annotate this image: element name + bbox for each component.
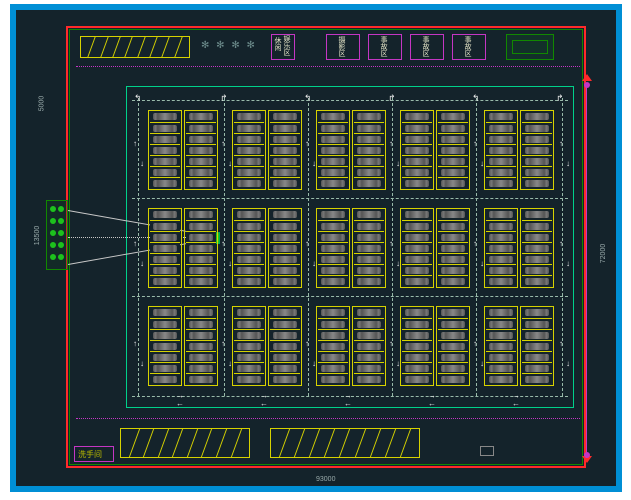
parking-bay bbox=[316, 306, 350, 386]
parking-bay bbox=[352, 306, 386, 386]
parking-bay bbox=[184, 110, 218, 190]
module-dot bbox=[58, 206, 64, 212]
parking-bay bbox=[436, 208, 470, 288]
module-dot bbox=[50, 254, 56, 260]
parking-bay bbox=[484, 208, 518, 288]
lane-divider bbox=[132, 198, 568, 199]
top-room-a-label2: 娱乐区 bbox=[283, 35, 290, 56]
parking-bay bbox=[352, 110, 386, 190]
parking-bay bbox=[268, 110, 302, 190]
top-dash-line bbox=[76, 66, 580, 67]
lane-divider bbox=[562, 98, 563, 396]
parking-bay bbox=[184, 306, 218, 386]
edge-dot bbox=[584, 82, 590, 88]
parking-bay bbox=[268, 208, 302, 288]
cad-viewer-frame: ✻ ✻ ✻ ✻ 休闲 娱乐区 摄影区 事故区 事故区 事故区 bbox=[10, 4, 622, 492]
parking-bay bbox=[316, 208, 350, 288]
parking-bay bbox=[400, 110, 434, 190]
parking-bay bbox=[436, 110, 470, 190]
lane-divider bbox=[138, 98, 139, 396]
wash-room-label: 洗手间 bbox=[78, 449, 102, 460]
drawing-canvas[interactable]: ✻ ✻ ✻ ✻ 休闲 娱乐区 摄影区 事故区 事故区 事故区 bbox=[16, 10, 616, 486]
dim-left-top: 5000 bbox=[38, 96, 45, 112]
parking-bay bbox=[520, 208, 554, 288]
module-dot bbox=[50, 230, 56, 236]
parking-bay bbox=[484, 306, 518, 386]
edge-dot bbox=[584, 452, 590, 458]
bottom-yellow-hatch-left bbox=[120, 428, 250, 458]
module-dot bbox=[50, 242, 56, 248]
parking-bay bbox=[148, 306, 182, 386]
parking-bay bbox=[436, 306, 470, 386]
parking-bay bbox=[352, 208, 386, 288]
lane-divider bbox=[132, 296, 568, 297]
top-room-e-label: 事故区 bbox=[464, 36, 471, 57]
parking-bay bbox=[184, 208, 218, 288]
parking-bay bbox=[148, 110, 182, 190]
module-dot bbox=[58, 242, 64, 248]
dim-right: 72000 bbox=[600, 244, 607, 263]
lane-divider bbox=[392, 98, 393, 396]
bottom-yellow-hatch-right bbox=[270, 428, 420, 458]
parking-bay bbox=[400, 306, 434, 386]
module-dot bbox=[58, 254, 64, 260]
parking-bay bbox=[232, 208, 266, 288]
right-edge-line bbox=[586, 84, 587, 458]
module-dot bbox=[50, 206, 56, 212]
left-module bbox=[46, 200, 68, 270]
parking-bay bbox=[268, 306, 302, 386]
module-dot bbox=[50, 218, 56, 224]
parking-bay bbox=[232, 110, 266, 190]
top-room-c-label: 事故区 bbox=[380, 36, 387, 57]
top-room-d-label: 事故区 bbox=[422, 36, 429, 57]
lane-divider bbox=[132, 396, 568, 397]
parking-bay bbox=[520, 110, 554, 190]
module-dot bbox=[58, 218, 64, 224]
top-yellow-hatch bbox=[80, 36, 190, 58]
lane-divider bbox=[224, 98, 225, 396]
parking-bay bbox=[148, 208, 182, 288]
bottom-dash-line bbox=[76, 418, 580, 419]
parking-bay bbox=[520, 306, 554, 386]
dim-left-mid: 13500 bbox=[34, 226, 41, 245]
small-object-icon bbox=[480, 446, 494, 456]
parking-bay bbox=[316, 110, 350, 190]
entry-marker-up bbox=[582, 74, 592, 81]
module-dot bbox=[58, 230, 64, 236]
parking-bay bbox=[484, 110, 518, 190]
parking-bay bbox=[400, 208, 434, 288]
lane-divider bbox=[132, 100, 568, 101]
lane-divider bbox=[476, 98, 477, 396]
top-room-a-label: 休闲 bbox=[274, 37, 281, 51]
top-right-module-inner bbox=[512, 40, 548, 54]
dim-bottom: 93000 bbox=[316, 476, 335, 483]
parking-bay bbox=[232, 306, 266, 386]
lane-divider bbox=[308, 98, 309, 396]
top-room-b-label: 摄影区 bbox=[338, 36, 345, 57]
top-decor-icons: ✻ ✻ ✻ ✻ bbox=[201, 40, 257, 51]
